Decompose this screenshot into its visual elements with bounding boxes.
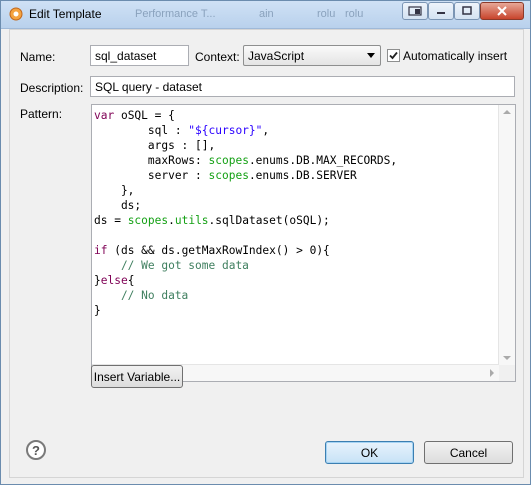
restore-icon [408,6,422,16]
code-token: } [94,274,101,287]
code-token: utils [174,214,209,227]
code-token: ){ [316,244,330,257]
scroll-up-icon[interactable] [503,110,511,114]
context-select[interactable]: JavaScript [243,45,381,66]
code-line[interactable]: }else{ [94,273,498,288]
code-line[interactable]: server : scopes.enums.DB.SERVER [94,168,498,183]
code-token: oSQL = { [114,109,175,122]
code-line[interactable]: ds; [94,198,498,213]
code-token: maxRows: [94,154,209,167]
checkmark-icon [389,51,398,60]
code-line[interactable]: sql : "${cursor}", [94,123,498,138]
edit-template-dialog: Edit Template Performance T... ain rolu … [0,0,531,485]
code-token: } [94,304,101,317]
minimize-button[interactable] [428,2,454,20]
code-token: scopes [208,154,249,167]
code-token: ds; [94,199,142,212]
chevron-down-icon [367,53,375,58]
insert-variable-button[interactable]: Insert Variable... [91,365,183,388]
code-line[interactable]: args : [], [94,138,498,153]
close-button[interactable] [480,2,524,20]
code-token: (ds && ds.getMaxRowIndex() > [107,244,310,257]
auto-insert-checkbox[interactable] [387,49,400,62]
code-line[interactable]: // We got some data [94,258,498,273]
pattern-editor[interactable]: var oSQL = { sql : "${cursor}", args : [… [91,104,516,382]
context-label: Context: [195,50,240,64]
code-token: args : [], [94,139,216,152]
code-line[interactable]: }, [94,183,498,198]
code-line[interactable]: } [94,303,498,318]
scroll-down-icon[interactable] [503,356,511,360]
code-token: server : [94,169,209,182]
code-token: { [127,274,135,287]
help-icon[interactable]: ? [26,440,46,460]
code-line[interactable]: maxRows: scopes.enums.DB.MAX_RECORDS, [94,153,498,168]
code-token: else [100,274,128,287]
code-token: .enums.DB.SERVER [248,169,357,182]
pattern-label: Pattern: [20,107,63,121]
name-label: Name: [20,50,56,64]
code-token: }, [94,184,135,197]
maximize-icon [462,6,472,15]
template-icon [9,7,23,21]
code-token: scopes [208,169,249,182]
context-select-value: JavaScript [248,49,305,63]
restore-button[interactable] [402,2,428,20]
scrollbar-corner [499,365,515,381]
ok-button[interactable]: OK [325,441,414,464]
background-tab: rolu [345,8,364,20]
code-line[interactable]: // No data [94,288,498,303]
code-line[interactable]: if (ds && ds.getMaxRowIndex() > 0){ [94,243,498,258]
code-token: // We got some data [94,259,249,272]
code-token: scopes [127,214,169,227]
code-line[interactable] [94,228,498,243]
background-tab: Performance T... [135,8,216,20]
maximize-button[interactable] [454,2,480,20]
background-tab: rolu [317,8,336,20]
dialog-content: Name: sql_dataset Context: JavaScript Au… [9,29,524,478]
description-input[interactable]: SQL query - dataset [90,76,515,97]
code-token: .enums.DB.MAX_RECORDS, [248,154,398,167]
window-title: Edit Template [29,7,102,21]
close-icon [497,6,507,16]
code-token: . [168,214,175,227]
code-token: var [94,109,115,122]
code-token: if [94,244,108,257]
vertical-scrollbar[interactable] [498,105,515,365]
code-token: .sqlDataset(oSQL); [208,214,330,227]
code-token: // No data [94,289,189,302]
minimize-icon [437,12,445,14]
pattern-code[interactable]: var oSQL = { sql : "${cursor}", args : [… [94,108,498,364]
scroll-right-icon[interactable] [490,369,494,377]
auto-insert-label[interactable]: Automatically insert [403,49,507,63]
code-token: ds = [94,214,128,227]
cancel-button[interactable]: Cancel [424,441,513,464]
code-token: , [262,124,270,137]
description-label: Description: [20,81,84,95]
code-token: sql : [94,124,189,137]
title-bar[interactable]: Edit Template Performance T... ain rolu … [1,1,530,29]
code-line[interactable]: ds = scopes.utils.sqlDataset(oSQL); [94,213,498,228]
name-input[interactable]: sql_dataset [90,45,189,66]
code-token: "${cursor}" [188,124,263,137]
background-tab: ain [259,8,274,20]
code-line[interactable]: var oSQL = { [94,108,498,123]
